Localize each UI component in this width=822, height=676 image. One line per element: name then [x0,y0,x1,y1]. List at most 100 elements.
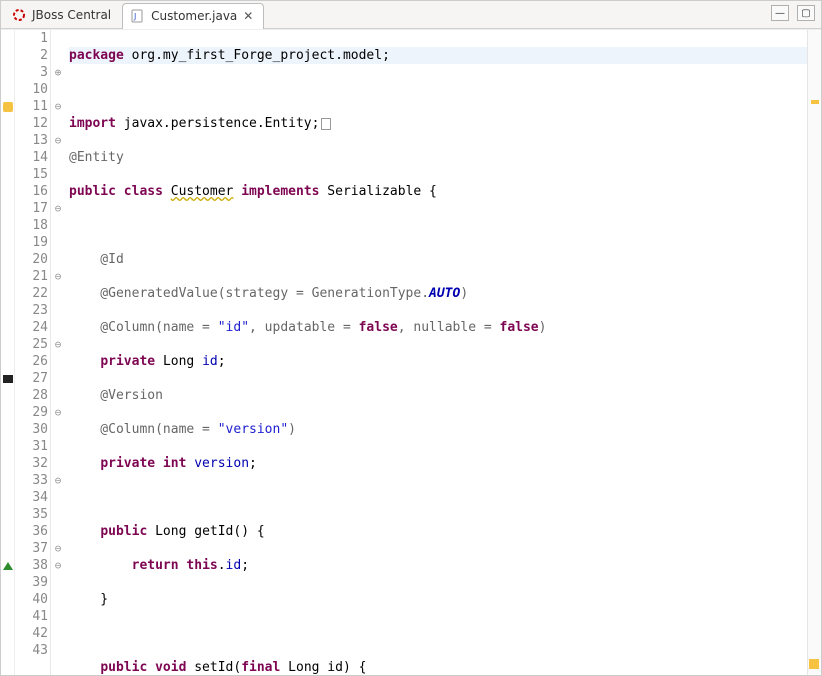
warning-icon[interactable] [3,102,13,112]
line-number: 32 [15,455,48,472]
line-number: 43 [15,642,48,659]
line-number: 18 [15,217,48,234]
line-number: 27 [15,370,48,387]
fold-spacer [51,251,65,268]
marker-cell [1,421,14,438]
marker-cell [1,455,14,472]
fold-spacer [51,455,65,472]
line-number: 13 [15,132,48,149]
marker-cell [1,234,14,251]
marker-cell [1,506,14,523]
fold-collapse-icon[interactable] [51,98,65,115]
fold-spacer [51,489,65,506]
folding-ruler [51,30,65,675]
close-icon[interactable]: ✕ [243,11,253,21]
marker-cell [1,625,14,642]
marker-cell [1,200,14,217]
fold-spacer [51,81,65,98]
marker-cell [1,64,14,81]
marker-cell [1,387,14,404]
line-number: 22 [15,285,48,302]
folded-imports-icon[interactable] [321,118,331,130]
line-number: 42 [15,625,48,642]
line-number: 26 [15,353,48,370]
line-number: 33 [15,472,48,489]
fold-collapse-icon[interactable] [51,132,65,149]
marker-cell [1,217,14,234]
fold-collapse-icon[interactable] [51,268,65,285]
line-number: 41 [15,608,48,625]
fold-spacer [51,608,65,625]
line-number: 34 [15,489,48,506]
marker-cell [1,115,14,132]
bookmark-icon[interactable] [3,375,13,383]
marker-cell [1,472,14,489]
line-number: 15 [15,166,48,183]
minimize-button[interactable]: — [771,5,789,21]
line-number: 31 [15,438,48,455]
line-number: 14 [15,149,48,166]
fold-spacer [51,115,65,132]
line-number: 39 [15,574,48,591]
fold-collapse-icon[interactable] [51,557,65,574]
overview-bottom-marker[interactable] [809,659,819,669]
line-number: 24 [15,319,48,336]
line-number: 29 [15,404,48,421]
fold-collapse-icon[interactable] [51,540,65,557]
line-number: 17 [15,200,48,217]
marker-cell [1,353,14,370]
fold-spacer [51,642,65,659]
marker-cell [1,285,14,302]
marker-cell [1,166,14,183]
window-buttons: — ▢ [771,5,815,21]
fold-spacer [51,523,65,540]
override-icon[interactable] [3,562,13,570]
fold-collapse-icon[interactable] [51,200,65,217]
fold-collapse-icon[interactable] [51,472,65,489]
fold-expand-icon[interactable] [51,64,65,81]
marker-cell [1,336,14,353]
maximize-button[interactable]: ▢ [797,5,815,21]
line-number: 25 [15,336,48,353]
overview-ruler[interactable] [807,30,821,675]
overview-warning-marker[interactable] [811,100,819,104]
line-number: 2 [15,47,48,64]
fold-spacer [51,302,65,319]
marker-cell [1,540,14,557]
tab-jboss-central[interactable]: JBoss Central [3,2,122,28]
fold-spacer [51,625,65,642]
marker-cell [1,132,14,149]
editor-window: JBoss Central J Customer.java ✕ — ▢ 12 31… [0,0,822,676]
line-number: 38 [15,557,48,574]
marker-cell [1,47,14,64]
fold-collapse-icon[interactable] [51,336,65,353]
marker-cell [1,98,14,115]
fold-spacer [51,319,65,336]
line-number: 1 [15,30,48,47]
line-number: 11 [15,98,48,115]
tab-label: JBoss Central [32,8,111,22]
marker-cell [1,370,14,387]
marker-cell [1,557,14,574]
fold-spacer [51,506,65,523]
fold-spacer [51,353,65,370]
fold-spacer [51,574,65,591]
fold-spacer [51,183,65,200]
tab-label: Customer.java [151,9,237,23]
editor-area[interactable]: 1231011121314151617181920212223242526272… [1,29,821,675]
line-number: 10 [15,81,48,98]
fold-collapse-icon[interactable] [51,404,65,421]
code-area[interactable]: package org.my_first_Forge_project.model… [65,30,807,675]
fold-spacer [51,387,65,404]
line-number: 36 [15,523,48,540]
line-number: 20 [15,251,48,268]
tab-customer-java[interactable]: J Customer.java ✕ [122,3,264,29]
marker-cell [1,642,14,659]
fold-spacer [51,438,65,455]
marker-cell [1,319,14,336]
line-number: 37 [15,540,48,557]
fold-spacer [51,370,65,387]
line-number: 35 [15,506,48,523]
marker-cell [1,523,14,540]
marker-cell [1,302,14,319]
